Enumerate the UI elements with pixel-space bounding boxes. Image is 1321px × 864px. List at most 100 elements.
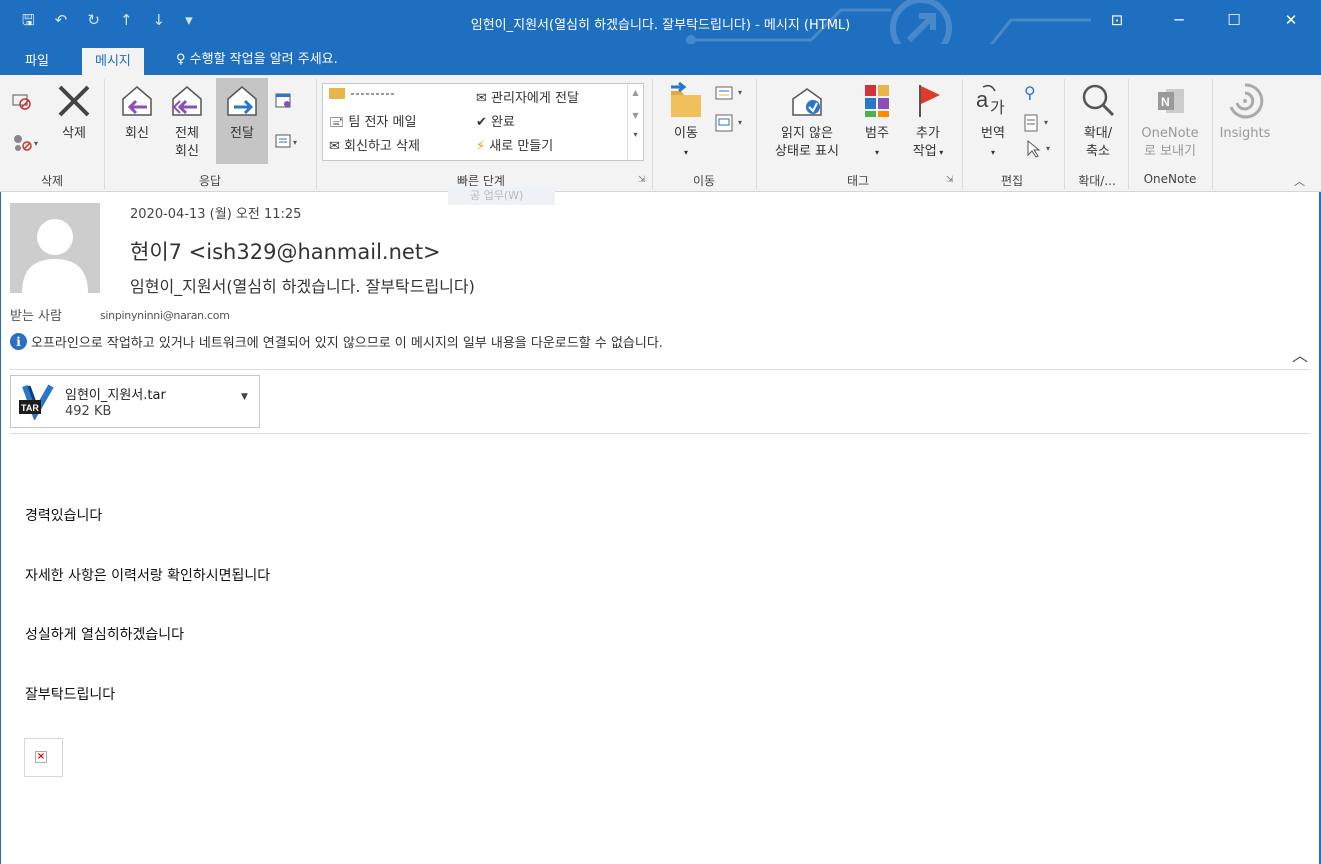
meeting-reply-icon[interactable] [274, 91, 294, 115]
attachment-name: 임현이_지원서.tar [65, 388, 166, 403]
tell-me-box[interactable]: ♀ 수행할 작업을 알려 주세요. [176, 48, 338, 67]
tar-file-icon: TAR [19, 384, 54, 420]
maximize-icon: ☐ [1227, 11, 1241, 29]
zoom-label-1: 확대/ [1083, 126, 1113, 141]
gallery-scrollbar[interactable]: ▲ ▼ ▾ [627, 84, 643, 160]
forward-button[interactable]: 전달 [216, 78, 268, 164]
body-paragraph: 자세한 사항은 이력서랑 확인하시면됩니다 [25, 568, 271, 584]
select-icon[interactable]: ▾ [1024, 139, 1058, 163]
forward-icon [227, 86, 257, 116]
dialog-launcher-icon[interactable]: ⇲ [638, 175, 646, 185]
reply-all-label-2: 회신 [175, 144, 199, 159]
body-paragraph: 성실하게 열심히하겠습니다 [25, 627, 185, 643]
reply-delete-label: 회신하고 삭제 [344, 139, 420, 154]
zoom-label-2: 축소 [1086, 144, 1110, 159]
related-icon[interactable]: ▾ [1022, 113, 1056, 137]
quick-step-to-manager[interactable]: ✉ 관리자에게 전달 [476, 87, 579, 106]
junk-icon[interactable]: ▾ [10, 131, 42, 157]
attachment-dropdown-icon[interactable]: ▼ [241, 392, 248, 402]
reply-button[interactable]: 회신 [115, 81, 159, 143]
to-manager-label: 관리자에게 전달 [491, 91, 579, 106]
flag-icon [919, 85, 940, 117]
broken-image-placeholder: × [24, 738, 63, 777]
onenote-icon: N [1158, 89, 1184, 113]
reply-icon [122, 86, 152, 116]
group-label-tags: 태그 [846, 174, 870, 188]
delete-button[interactable]: 삭제 [52, 81, 96, 143]
mark-unread-label-1: 읽지 않은 [781, 126, 833, 141]
body-paragraph: 잘부탁드립니다 [25, 687, 116, 703]
info-bar: i 오프라인으로 작업하고 있거나 네트워크에 연결되어 있지 않으므로 이 메… [10, 332, 663, 351]
ribbon-display-options-button[interactable]: ⊡ [1094, 0, 1140, 40]
actions-icon[interactable]: ▾ [714, 113, 748, 137]
quick-step-reply-delete[interactable]: ✉ 회신하고 삭제 [329, 135, 420, 154]
follow-up-button[interactable]: 추가 작업 ▾ [904, 81, 952, 162]
insights-button[interactable]: Insights [1216, 81, 1274, 143]
tab-file[interactable]: 파일 [12, 48, 62, 75]
reply-label: 회신 [125, 126, 149, 141]
svg-text:▾: ▾ [293, 138, 297, 147]
collapse-ribbon-icon[interactable]: ︿ [1294, 173, 1305, 189]
svg-text:N: N [1161, 95, 1170, 109]
send-to-onenote-button[interactable]: N OneNote 로 보내기 [1134, 81, 1206, 161]
close-button[interactable]: ✕ [1268, 0, 1314, 40]
dialog-launcher-icon[interactable]: ⇲ [946, 175, 954, 185]
message-date: 2020-04-13 (월) 오전 11:25 [130, 207, 302, 222]
categorize-label: 범주 [865, 126, 889, 141]
ghost-tooltip: 공 업무(W) [448, 187, 556, 205]
more-respond-icon[interactable]: ▾ [274, 131, 302, 155]
avatar [10, 203, 100, 293]
categorize-icon [865, 85, 889, 117]
group-label-move: 이동 [692, 174, 716, 188]
window-border-left [0, 192, 1, 864]
zoom-button[interactable]: 확대/ 축소 [1070, 81, 1126, 161]
done-label: 완료 [491, 115, 515, 130]
group-label-editing: 편집 [1000, 174, 1024, 188]
delete-x-icon [58, 85, 90, 117]
group-label-onenote: OneNote [1143, 172, 1197, 186]
follow-up-label-2: 작업 [912, 144, 937, 159]
tell-me-text: 수행할 작업을 알려 주세요. [189, 52, 338, 67]
find-icon[interactable]: ⚲ [1024, 83, 1036, 102]
minimize-icon: ─ [1174, 11, 1184, 29]
attachment-card[interactable]: TAR 임현이_지원서.tar 492 KB ▼ [10, 375, 260, 428]
forward-label: 전달 [230, 126, 254, 141]
svg-text:▾: ▾ [738, 118, 742, 127]
onenote-label-1: OneNote [1141, 126, 1199, 141]
reply-all-label-1: 전체 [175, 126, 199, 141]
title-bar: 🖫 ↶ ↻ ↑ ↓ ▾ 임현이_지원서(열심히 하겠습니다. 잘부탁드립니다) … [0, 0, 1321, 71]
insights-icon [1229, 83, 1264, 119]
recipient[interactable]: sinpinyninni@naran.com [100, 309, 230, 322]
translate-label: 번역 [981, 126, 1005, 141]
info-text: 오프라인으로 작업하고 있거나 네트워크에 연결되어 있지 않으므로 이 메시지… [31, 336, 663, 351]
quick-steps-gallery: 🖃 팀 전자 메일 ✉ 회신하고 삭제 ✉ 관리자에게 전달 ✔ 완료 ⚡ 새로… [322, 83, 644, 161]
quick-step-team-email[interactable]: 🖃 팀 전자 메일 [329, 111, 416, 135]
team-email-label: 팀 전자 메일 [348, 115, 417, 130]
svg-text:▾: ▾ [738, 88, 742, 97]
ignore-icon[interactable] [10, 89, 32, 115]
zoom-icon [1082, 84, 1115, 117]
unread-envelope-icon [792, 88, 822, 116]
maximize-button[interactable]: ☐ [1211, 0, 1257, 40]
minimize-button[interactable]: ─ [1156, 0, 1202, 40]
body-paragraph: 경력있습니다 [25, 508, 103, 524]
move-button[interactable]: 이동 ▾ [660, 81, 712, 162]
collapse-header-icon[interactable]: ︿ [1292, 342, 1308, 366]
reply-all-button[interactable]: 전체 회신 [165, 81, 209, 161]
tab-message[interactable]: 메시지 [82, 48, 144, 75]
to-manager-icon: ✉ [476, 91, 487, 106]
categorize-button[interactable]: 범주 ▾ [855, 81, 899, 162]
reply-all-icon [172, 86, 202, 116]
move-dropdown-icon: ▾ [683, 148, 688, 157]
message-subject: 임현이_지원서(열심히 하겠습니다. 잘부탁드립니다) [130, 277, 475, 296]
ribbon-options-icon: ⊡ [1110, 11, 1124, 29]
quick-step-create-new[interactable]: ⚡ 새로 만들기 [476, 135, 553, 154]
mark-unread-button[interactable]: 읽지 않은 상태로 표시 [764, 81, 850, 161]
rules-icon[interactable]: ▾ [714, 83, 748, 107]
quick-step-done[interactable]: ✔ 완료 [476, 111, 515, 130]
sender[interactable]: 현이7 <ish329@hanmail.net> [130, 236, 441, 266]
quick-step-move-to[interactable] [329, 86, 399, 104]
translate-button[interactable]: a가 번역 ▾ [968, 81, 1018, 162]
move-label: 이동 [674, 126, 698, 141]
lightbulb-icon: ♀ [176, 52, 186, 67]
